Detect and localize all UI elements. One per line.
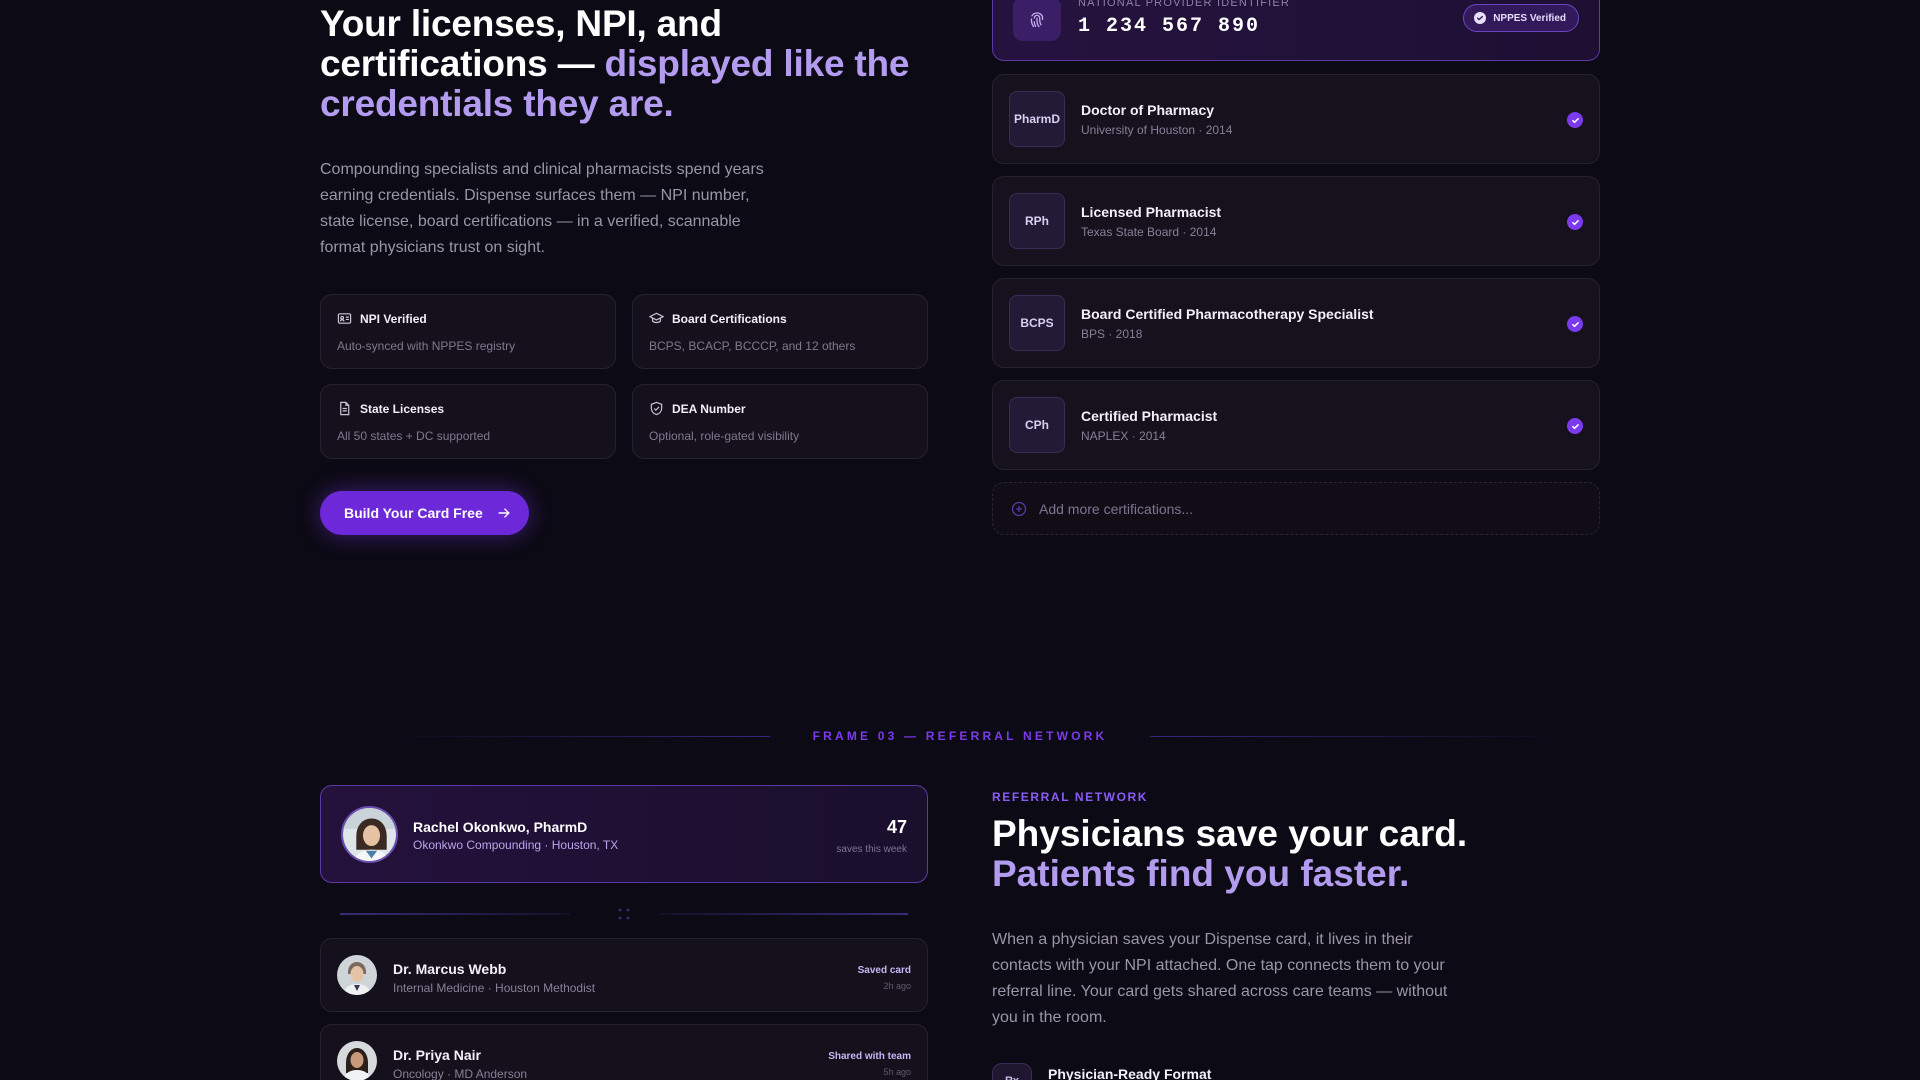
document-icon — [337, 401, 352, 416]
connector-line-left — [340, 913, 570, 915]
plus-circle-icon — [1011, 501, 1027, 516]
saves-count: 47 — [886, 817, 907, 837]
credential-title: Board Certified Pharmacotherapy Speciali… — [1081, 306, 1374, 322]
credential-subtitle: Texas State Board · 2014 — [1081, 225, 1217, 239]
connector-line-right — [660, 913, 908, 915]
avatar — [337, 1041, 377, 1080]
referral-status: Saved card — [857, 965, 911, 976]
shield-check-icon — [649, 401, 664, 416]
credential-subtitle: BPS · 2018 — [1081, 327, 1143, 341]
referral-title: Physicians save your card. Patients find… — [992, 814, 1552, 894]
verified-check-icon — [1567, 214, 1583, 230]
avatar — [341, 806, 398, 863]
verified-check-icon — [1567, 112, 1583, 128]
hero-title-accent-2: credentials they are. — [320, 83, 674, 124]
nppes-verified-badge: NPPES Verified — [1463, 4, 1579, 32]
build-card-button-label: Build Your Card Free — [344, 505, 483, 521]
physician-name: Dr. Priya Nair — [393, 1047, 481, 1063]
arrow-right-icon — [498, 508, 510, 518]
credential-abbr: BCPS — [1009, 295, 1065, 351]
feature-title: DEA Number — [672, 401, 746, 416]
feature-card-npi: NPI Verified Auto-synced with NPPES regi… — [320, 294, 616, 369]
npi-number: 1 234 567 890 — [1078, 15, 1261, 38]
pharmacist-name: Rachel Okonkwo, PharmD — [413, 819, 588, 835]
feature-title: NPI Verified — [360, 311, 427, 326]
feature-subtitle: BCPS, BCACP, BCCCP, and 12 others — [649, 339, 856, 353]
referral-status: Shared with team — [828, 1051, 911, 1062]
build-card-button[interactable]: Build Your Card Free — [320, 491, 529, 535]
feature-title: Physician-Ready Format — [1048, 1066, 1212, 1080]
physician-specialty: Internal Medicine · Houston Methodist — [393, 981, 596, 995]
credential-subtitle: University of Houston · 2014 — [1081, 123, 1233, 137]
add-certifications-label: Add more certifications... — [1039, 500, 1194, 517]
feature-subtitle: Optional, role-gated visibility — [649, 429, 800, 443]
verified-check-icon — [1567, 316, 1583, 332]
credential-card[interactable]: CPh Certified Pharmacist NAPLEX · 2014 — [992, 380, 1600, 470]
hero-title-line1: Your licenses, NPI, and — [320, 3, 722, 44]
add-certifications-button[interactable]: Add more certifications... — [992, 482, 1600, 535]
rx-badge: Rx — [992, 1063, 1032, 1080]
credential-card[interactable]: RPh Licensed Pharmacist Texas State Boar… — [992, 176, 1600, 266]
feature-title: Board Certifications — [672, 311, 787, 326]
hero-title-line2: certifications — — [320, 43, 605, 84]
check-icon — [1474, 12, 1487, 24]
credential-subtitle: NAPLEX · 2014 — [1081, 429, 1166, 443]
pharmacist-profile-card[interactable]: Rachel Okonkwo, PharmD Okonkwo Compoundi… — [320, 785, 928, 883]
credential-abbr: PharmD — [1009, 91, 1065, 147]
graduation-cap-icon — [649, 311, 664, 326]
credential-abbr: RPh — [1009, 193, 1065, 249]
credential-card[interactable]: PharmD Doctor of Pharmacy University of … — [992, 74, 1600, 164]
feature-subtitle: Auto-synced with NPPES registry — [337, 339, 516, 353]
connector-dots-icon — [618, 908, 630, 920]
page: Your licenses, NPI, and certifications —… — [0, 0, 1920, 1080]
feature-subtitle: All 50 states + DC supported — [337, 429, 491, 443]
npi-card: NATIONAL PROVIDER IDENTIFIER 1 234 567 8… — [992, 0, 1600, 61]
id-card-icon — [337, 311, 352, 326]
pharmacist-org: Okonkwo Compounding · Houston, TX — [413, 838, 619, 852]
feature-title: State Licenses — [360, 401, 445, 416]
feature-card-state: State Licenses All 50 states + DC suppor… — [320, 384, 616, 459]
referral-description: When a physician saves your Dispense car… — [992, 931, 1448, 1026]
physician-name: Dr. Marcus Webb — [393, 961, 507, 977]
credential-title: Licensed Pharmacist — [1081, 204, 1222, 220]
verified-check-icon — [1567, 418, 1583, 434]
referral-title-plain: Physicians save your card. — [992, 813, 1468, 854]
hero-description: Compounding specialists and clinical pha… — [320, 161, 764, 256]
referral-row[interactable]: Dr. Marcus Webb Internal Medicine · Hous… — [320, 938, 928, 1012]
feature-card-dea: DEA Number Optional, role-gated visibili… — [632, 384, 928, 459]
credential-abbr: CPh — [1009, 397, 1065, 453]
referral-time: 2h ago — [883, 981, 911, 991]
hero-title: Your licenses, NPI, and certifications —… — [320, 4, 940, 124]
fingerprint-icon — [1013, 0, 1061, 41]
npi-label: NATIONAL PROVIDER IDENTIFIER — [1078, 0, 1291, 9]
credential-card[interactable]: BCPS Board Certified Pharmacotherapy Spe… — [992, 278, 1600, 368]
referral-row[interactable]: Dr. Priya Nair Oncology · MD Anderson Sh… — [320, 1024, 928, 1080]
credential-title: Certified Pharmacist — [1081, 408, 1218, 424]
saves-label: saves this week — [836, 844, 907, 855]
feature-card-board: Board Certifications BCPS, BCACP, BCCCP,… — [632, 294, 928, 369]
physician-specialty: Oncology · MD Anderson — [393, 1067, 528, 1080]
avatar — [337, 955, 377, 995]
frame-label: FRAME 03 — REFERRAL NETWORK — [812, 729, 1108, 743]
referral-title-accent: Patients find you faster. — [992, 853, 1410, 894]
credential-title: Doctor of Pharmacy — [1081, 102, 1215, 118]
referral-time: 5h ago — [883, 1067, 911, 1077]
section-eyebrow: REFERRAL NETWORK — [992, 790, 1149, 804]
nppes-verified-label: NPPES Verified — [1493, 12, 1566, 24]
hero-title-accent-1: displayed like the — [604, 43, 910, 84]
